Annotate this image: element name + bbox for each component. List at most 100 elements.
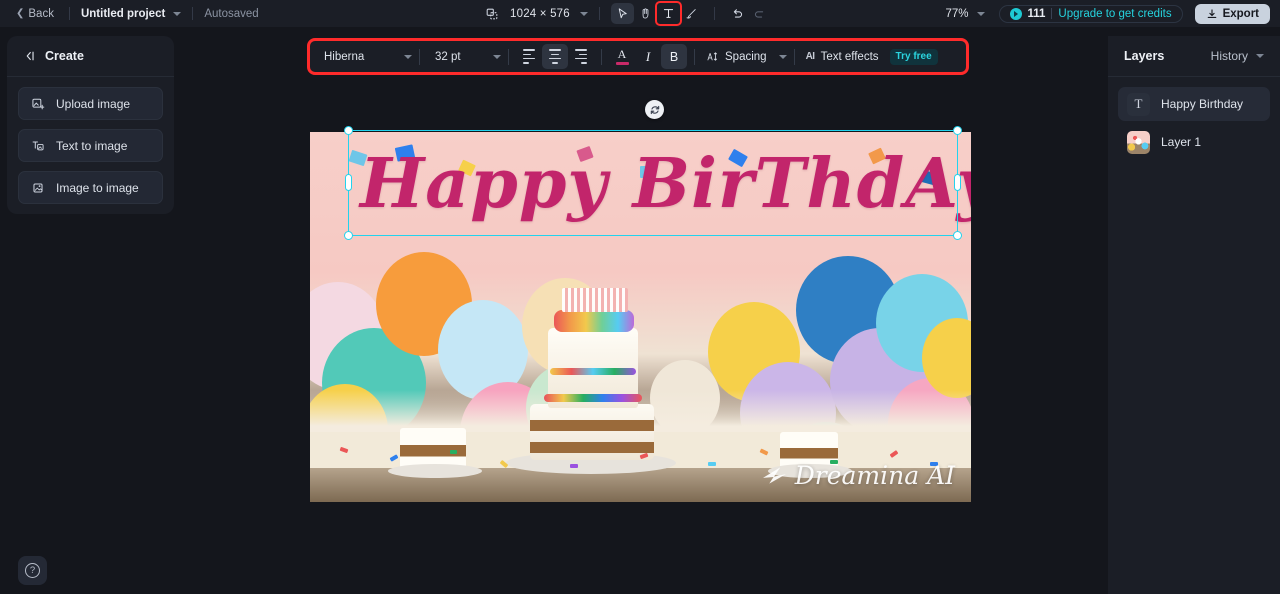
- rotate-icon: [650, 105, 659, 114]
- create-panel-header: Create: [7, 36, 174, 77]
- back-label: Back: [28, 7, 54, 20]
- image-to-image-icon: [33, 182, 43, 193]
- divider: [1051, 8, 1053, 19]
- divider: [508, 48, 509, 65]
- canvas-area[interactable]: Happy BirThdAy Dreamina AI: [310, 100, 971, 502]
- divider: [713, 7, 715, 20]
- bold-button[interactable]: B: [661, 44, 687, 69]
- layers-list: T Happy Birthday Layer 1: [1108, 77, 1280, 159]
- text-tool-icon[interactable]: [654, 1, 682, 26]
- create-panel-items: Upload image Text to image Image to imag…: [7, 77, 174, 204]
- ai-label: AI: [805, 51, 816, 62]
- divider: [601, 48, 602, 65]
- history-tab[interactable]: History: [1211, 49, 1264, 63]
- collapse-panel-icon[interactable]: [22, 49, 36, 63]
- upload-image-icon: [32, 98, 45, 109]
- top-bar-tools: 1024 × 576: [480, 0, 772, 27]
- export-label: Export: [1222, 7, 1259, 20]
- text-to-image-icon: [32, 140, 44, 150]
- text-layer-icon: T: [1127, 92, 1150, 116]
- undo-icon[interactable]: [726, 3, 749, 24]
- divider: [598, 7, 600, 20]
- font-family-chevron-icon[interactable]: [404, 54, 412, 59]
- hand-tool-icon[interactable]: [634, 3, 657, 24]
- divider: [793, 48, 795, 65]
- zoom-level-label: 77%: [945, 7, 969, 20]
- rotate-handle[interactable]: [645, 100, 664, 119]
- history-label: History: [1210, 49, 1248, 63]
- redo-icon[interactable]: [749, 3, 772, 24]
- divider: [419, 48, 420, 65]
- spacing-chevron-icon[interactable]: [778, 54, 787, 59]
- upload-image-label: Upload image: [56, 96, 131, 111]
- select-tool-icon[interactable]: [610, 3, 634, 24]
- text-to-image-button[interactable]: Text to image: [18, 129, 163, 162]
- image-to-image-label: Image to image: [56, 180, 139, 195]
- history-chevron-icon: [1256, 54, 1264, 58]
- spacing-label: Spacing: [725, 50, 767, 63]
- italic-label: I: [645, 48, 651, 64]
- help-icon: ?: [25, 563, 40, 578]
- upgrade-link[interactable]: Upgrade to get credits: [1058, 8, 1171, 20]
- text-color-button[interactable]: A: [609, 44, 635, 69]
- image-to-image-button[interactable]: Image to image: [18, 171, 163, 204]
- create-panel: Create Upload image Text to image Image …: [7, 36, 174, 214]
- layer-label: Layer 1: [1161, 135, 1202, 149]
- bold-label: B: [669, 49, 679, 64]
- layers-panel: Layers History T Happy Birthday Layer 1: [1108, 36, 1280, 594]
- create-panel-title: Create: [45, 49, 84, 63]
- layer-label: Happy Birthday: [1161, 97, 1244, 111]
- text-color-swatch: [615, 62, 629, 65]
- frame-icon[interactable]: [480, 3, 503, 24]
- canvas-size-label: 1024 × 576: [510, 7, 570, 20]
- font-size-value: 32 pt: [435, 50, 461, 63]
- export-button[interactable]: Export: [1194, 3, 1270, 24]
- image-layer-thumbnail: [1127, 130, 1150, 154]
- divider: [68, 7, 70, 20]
- align-right-button[interactable]: [568, 44, 594, 69]
- dreamina-logo-icon: [762, 467, 786, 484]
- credits-count: 111: [1027, 7, 1046, 20]
- align-left-button[interactable]: [516, 44, 542, 69]
- chevron-left-icon: ❮: [16, 7, 25, 19]
- try-free-badge[interactable]: Try free: [889, 48, 938, 65]
- upload-image-button[interactable]: Upload image: [18, 87, 163, 120]
- spacing-button[interactable]: Spacing: [702, 44, 771, 69]
- top-bar-left: ❮ Back Untitled project Autosaved: [0, 6, 259, 22]
- spacing-icon: [707, 52, 717, 61]
- layer-item-image[interactable]: Layer 1: [1118, 125, 1270, 159]
- layers-title: Layers: [1124, 49, 1165, 63]
- text-to-image-label: Text to image: [56, 138, 128, 153]
- watermark: Dreamina AI: [761, 461, 955, 490]
- divider: [192, 7, 194, 20]
- italic-button[interactable]: I: [635, 44, 661, 69]
- divider: [694, 48, 695, 65]
- back-button[interactable]: ❮ Back: [12, 6, 58, 22]
- chevron-down-icon[interactable]: [173, 11, 182, 16]
- text-format-toolbar: Hiberna 32 pt A I B Spacing AI Text effe…: [307, 38, 969, 75]
- canvas-image[interactable]: Happy BirThdAy Dreamina AI: [310, 132, 971, 502]
- download-icon: [1207, 8, 1216, 18]
- project-title[interactable]: Untitled project: [81, 8, 165, 20]
- canvas-headline-text[interactable]: Happy BirThdAy: [360, 142, 971, 226]
- text-effects-button[interactable]: AI Text effects: [802, 44, 883, 69]
- top-bar: ❮ Back Untitled project Autosaved 1024 ×…: [0, 0, 1280, 27]
- brush-tool-icon[interactable]: [680, 3, 703, 24]
- layers-panel-header: Layers History: [1108, 36, 1280, 77]
- text-effects-label: Text effects: [820, 50, 879, 63]
- autosaved-label: Autosaved: [204, 7, 259, 20]
- font-size-select[interactable]: 32 pt: [427, 44, 485, 69]
- top-bar-right: 77% 111 Upgrade to get credits Export: [945, 0, 1270, 27]
- font-family-value: Hiberna: [324, 50, 365, 63]
- canvas-size-chevron-icon[interactable]: [579, 11, 588, 16]
- font-size-chevron-icon[interactable]: [493, 54, 501, 59]
- help-button[interactable]: ?: [18, 556, 47, 585]
- font-family-select[interactable]: Hiberna: [316, 44, 396, 69]
- text-color-label: A: [617, 47, 627, 61]
- zoom-chevron-icon[interactable]: [976, 11, 985, 16]
- credits-pill[interactable]: 111 Upgrade to get credits: [998, 4, 1183, 23]
- align-center-button[interactable]: [542, 44, 568, 69]
- watermark-label: Dreamina AI: [794, 461, 955, 490]
- layer-item-text[interactable]: T Happy Birthday: [1118, 87, 1270, 121]
- credit-coin-icon: [1009, 7, 1022, 20]
